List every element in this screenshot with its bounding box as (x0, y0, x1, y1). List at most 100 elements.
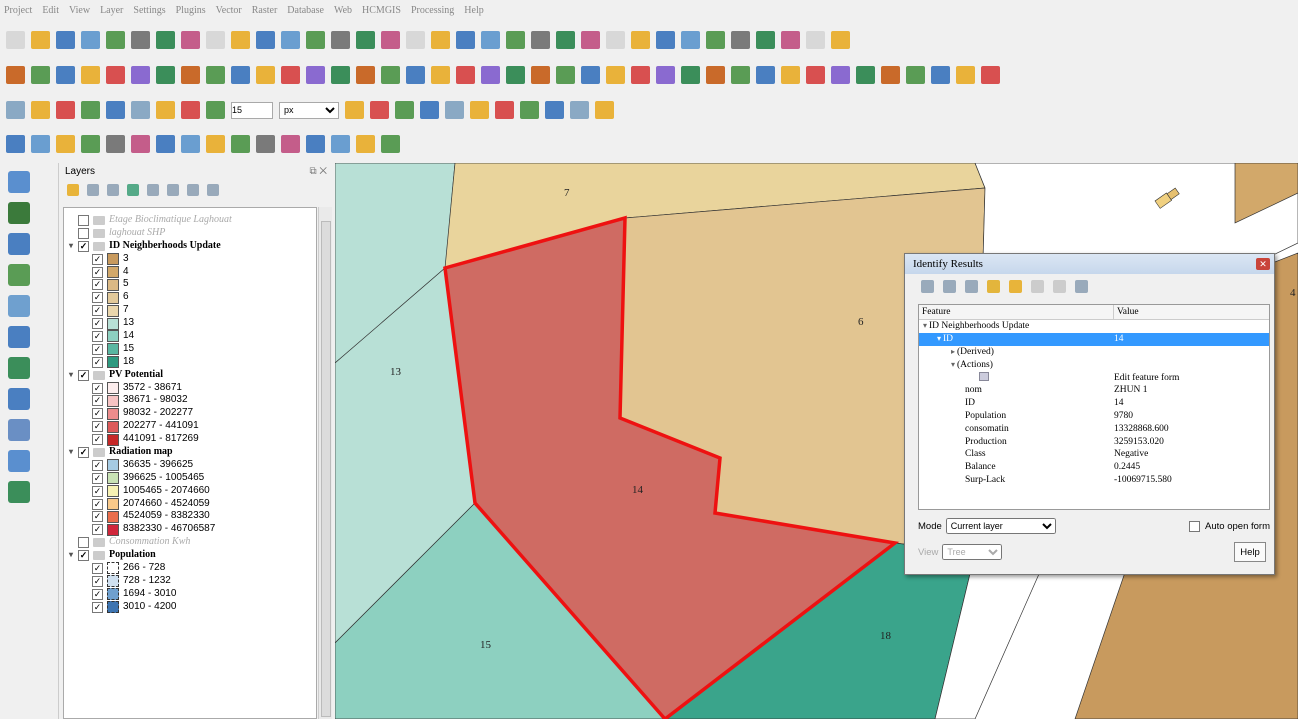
tb2-tool-icon[interactable] (381, 66, 400, 84)
identify-mode-icon[interactable] (1075, 279, 1088, 293)
tb2-tool-icon[interactable] (581, 66, 600, 84)
tb1-tool-icon[interactable] (281, 31, 300, 49)
tb3-tool-icon[interactable] (181, 101, 200, 119)
tb2-tool-icon[interactable] (906, 66, 925, 84)
tb3-tool-icon[interactable] (595, 101, 614, 119)
add-layer-icon[interactable] (8, 388, 30, 410)
tb4-tool-icon[interactable] (231, 135, 250, 153)
print-icon[interactable] (1053, 279, 1066, 293)
tb2-tool-icon[interactable] (831, 66, 850, 84)
menu-item-layer[interactable]: Layer (100, 5, 123, 16)
identify-row[interactable]: Class Negative (919, 448, 1269, 461)
identify-row[interactable]: nom ZHUN 1 (919, 384, 1269, 397)
tb3-tool-icon[interactable] (345, 101, 364, 119)
layer-visibility-checkbox[interactable]: ✓ (92, 459, 103, 471)
layer-visibility-checkbox[interactable]: ✓ (92, 318, 103, 330)
tb3-tool-icon[interactable] (445, 101, 464, 119)
legend-item-row[interactable]: ✓ 15 (64, 343, 316, 356)
legend-item-row[interactable]: ✓ 6 (64, 291, 316, 304)
tb2-tool-icon[interactable] (531, 66, 550, 84)
tb1-tool-icon[interactable] (206, 31, 225, 49)
identify-row[interactable]: consomatin 13328868.600 (919, 422, 1269, 435)
tb1-tool-icon[interactable] (356, 31, 375, 49)
menu-item-settings[interactable]: Settings (133, 5, 165, 16)
tb1-tool-icon[interactable] (531, 31, 550, 49)
mode-select[interactable]: Current layer (945, 518, 1056, 534)
tb2-tool-icon[interactable] (781, 66, 800, 84)
menu-item-vector[interactable]: Vector (216, 5, 242, 16)
legend-item-row[interactable]: ✓ 3572 - 38671 (64, 382, 316, 395)
tb1-tool-icon[interactable] (731, 31, 750, 49)
layer-group-row[interactable]: ▾ ✓ ID Neighberhoods Update (64, 240, 316, 253)
layer-visibility-checkbox[interactable]: ✓ (92, 305, 103, 317)
tb2-tool-icon[interactable] (656, 66, 675, 84)
tb3-tool-icon[interactable] (370, 101, 389, 119)
add-layer-icon[interactable] (8, 171, 30, 193)
tb4-tool-icon[interactable] (31, 135, 50, 153)
menu-item-raster[interactable]: Raster (252, 5, 278, 16)
tb4-tool-icon[interactable] (106, 135, 125, 153)
tb1-tool-icon[interactable] (606, 31, 625, 49)
tb1-tool-icon[interactable] (656, 31, 675, 49)
legend-item-row[interactable]: ✓ 4524059 - 8382330 (64, 510, 316, 523)
tb1-tool-icon[interactable] (6, 31, 25, 49)
legend-item-row[interactable]: ✓ 36635 - 396625 (64, 459, 316, 472)
help-button[interactable]: Help (1234, 542, 1266, 562)
layer-visibility-checkbox[interactable]: ✓ (92, 562, 103, 574)
tb1-tool-icon[interactable] (381, 31, 400, 49)
tb4-tool-icon[interactable] (281, 135, 300, 153)
legend-item-row[interactable]: ✓ 202277 - 441091 (64, 420, 316, 433)
layer-visibility-checkbox[interactable]: ✓ (92, 330, 103, 342)
tb1-tool-icon[interactable] (781, 31, 800, 49)
legend-item-row[interactable]: ✓ 441091 - 817269 (64, 433, 316, 446)
tb3-tool-icon[interactable] (570, 101, 589, 119)
layer-group-row[interactable]: ▾ ✓ Radiation map (64, 446, 316, 459)
tb3-tool-icon[interactable] (470, 101, 489, 119)
expand-all-icon[interactable] (943, 279, 956, 293)
tb3-tool-icon[interactable] (31, 101, 50, 119)
expand-all-icon[interactable] (167, 184, 179, 196)
tb3-tool-icon[interactable] (81, 101, 100, 119)
tb1-tool-icon[interactable] (431, 31, 450, 49)
tb2-tool-icon[interactable] (856, 66, 875, 84)
tb4-tool-icon[interactable] (156, 135, 175, 153)
tb2-tool-icon[interactable] (406, 66, 425, 84)
view-select[interactable]: Tree (942, 544, 1003, 560)
tb2-tool-icon[interactable] (931, 66, 950, 84)
tb4-tool-icon[interactable] (56, 135, 75, 153)
tb2-tool-icon[interactable] (631, 66, 650, 84)
tb2-tool-icon[interactable] (681, 66, 700, 84)
layer-visibility-checkbox[interactable]: ✓ (78, 369, 89, 381)
legend-item-row[interactable]: ✓ 18 (64, 356, 316, 369)
layer-visibility-checkbox[interactable]: ✓ (92, 575, 103, 587)
tb1-tool-icon[interactable] (756, 31, 775, 49)
legend-item-row[interactable]: ✓ 3 (64, 253, 316, 266)
tb3-tool-icon[interactable] (131, 101, 150, 119)
layer-visibility-checkbox[interactable]: ✓ (92, 421, 103, 433)
collapse-all-icon[interactable] (965, 279, 978, 293)
menu-item-database[interactable]: Database (287, 5, 324, 16)
legend-item-row[interactable]: ✓ 396625 - 1005465 (64, 472, 316, 485)
identify-row[interactable]: Production 3259153.020 (919, 435, 1269, 448)
identify-row[interactable]: Surp-Lack -10069715.580 (919, 474, 1269, 487)
layer-visibility-checkbox[interactable] (78, 214, 89, 226)
tb4-tool-icon[interactable] (256, 135, 275, 153)
tb2-tool-icon[interactable] (181, 66, 200, 84)
tb2-tool-icon[interactable] (281, 66, 300, 84)
tb4-tool-icon[interactable] (381, 135, 400, 153)
tb4-tool-icon[interactable] (81, 135, 100, 153)
add-layer-icon[interactable] (8, 419, 30, 441)
menu-item-project[interactable]: Project (4, 5, 32, 16)
identify-row[interactable]: ID 14 (919, 397, 1269, 410)
layer-visibility-checkbox[interactable]: ✓ (92, 279, 103, 291)
tb1-tool-icon[interactable] (406, 31, 425, 49)
tb1-tool-icon[interactable] (231, 31, 250, 49)
expand-arrow-icon[interactable]: ▾ (66, 446, 76, 459)
open-styling-icon[interactable] (67, 184, 79, 196)
tb1-tool-icon[interactable] (831, 31, 850, 49)
layer-visibility-checkbox[interactable]: ✓ (92, 588, 103, 600)
tb2-tool-icon[interactable] (756, 66, 775, 84)
tb2-tool-icon[interactable] (956, 66, 975, 84)
add-layer-icon[interactable] (8, 202, 30, 224)
tb1-tool-icon[interactable] (456, 31, 475, 49)
